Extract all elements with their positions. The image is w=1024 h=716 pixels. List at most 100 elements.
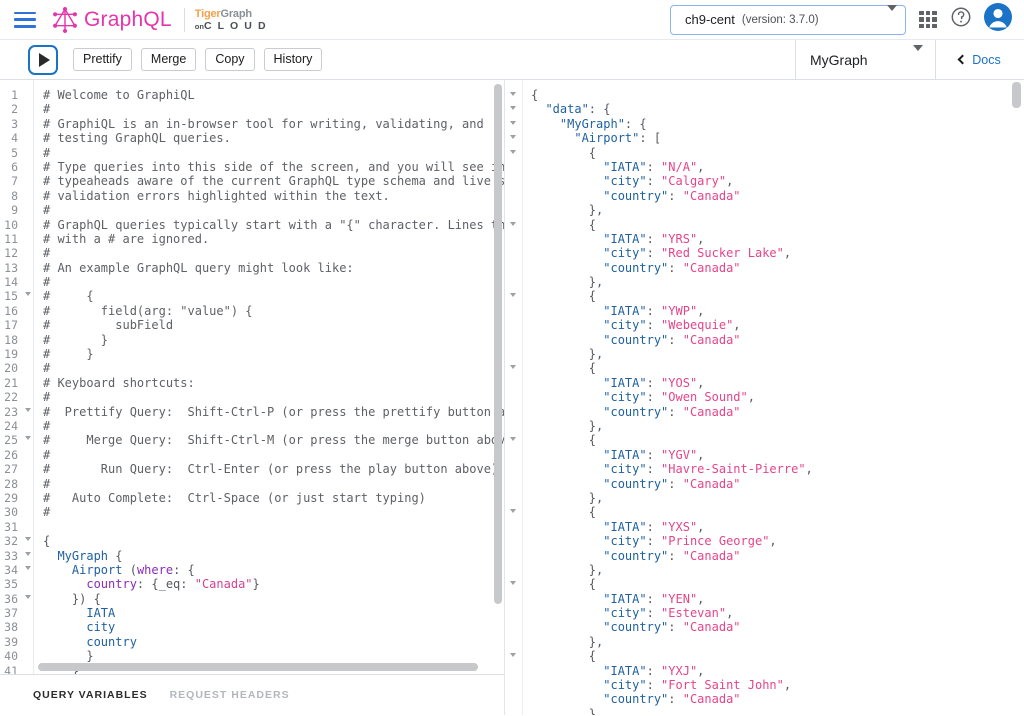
fold-triangle-icon[interactable] bbox=[25, 565, 31, 570]
fold-triangle-icon[interactable] bbox=[510, 365, 516, 370]
code-line: # subField bbox=[43, 318, 504, 332]
fold-triangle-icon[interactable] bbox=[25, 551, 31, 556]
fold-triangle-icon[interactable] bbox=[25, 407, 31, 412]
fold-triangle-icon[interactable] bbox=[25, 292, 31, 297]
merge-button[interactable]: Merge bbox=[140, 48, 197, 71]
line-number: 38 bbox=[4, 620, 18, 635]
json-token: "city" bbox=[531, 534, 647, 549]
code-token: # GraphiQL is an in-browser tool for wri… bbox=[43, 116, 484, 131]
json-token: { bbox=[531, 361, 597, 376]
copy-button[interactable]: Copy bbox=[205, 48, 255, 71]
code-token: # validation errors highlighted within t… bbox=[43, 188, 390, 203]
code-line: # { bbox=[43, 289, 504, 303]
result-gutter-line bbox=[505, 246, 522, 260]
fold-triangle-icon[interactable] bbox=[510, 221, 516, 226]
brand-area: GraphQL bbox=[52, 6, 172, 33]
code-line: # Welcome to GraphiQL bbox=[43, 88, 504, 102]
line-number: 39 bbox=[4, 634, 18, 649]
result-gutter-line bbox=[505, 549, 522, 563]
json-token: { bbox=[531, 88, 539, 102]
json-token: "Estevan" bbox=[661, 606, 727, 621]
fold-triangle-icon[interactable] bbox=[510, 509, 516, 514]
line-number: 19 bbox=[4, 347, 18, 362]
code-token: # bbox=[43, 145, 51, 160]
fold-triangle-icon[interactable] bbox=[25, 594, 31, 599]
hamburger-bar bbox=[14, 18, 36, 21]
code-line: # testing GraphQL queries. bbox=[43, 131, 504, 145]
query-editor-horizontal-scrollbar[interactable] bbox=[38, 663, 490, 671]
result-gutter-line bbox=[505, 390, 522, 404]
result-scroll-area[interactable]: { "data": { "MyGraph": { "Airport": [ { … bbox=[505, 80, 1024, 715]
code-token: # Prettify Query: Shift-Ctrl-P (or press… bbox=[43, 404, 504, 419]
fold-triangle-icon[interactable] bbox=[510, 653, 516, 658]
user-avatar-icon[interactable] bbox=[984, 3, 1012, 36]
json-token: "Webequie" bbox=[661, 318, 734, 333]
json-token: }, bbox=[531, 275, 604, 290]
json-token: "Canada" bbox=[682, 476, 741, 491]
scrollbar-thumb[interactable] bbox=[494, 84, 502, 604]
fold-triangle-icon[interactable] bbox=[510, 581, 516, 586]
tigergraph-on-text: on bbox=[194, 21, 204, 31]
help-circle-icon[interactable] bbox=[950, 6, 972, 33]
json-token: , bbox=[783, 246, 792, 261]
graph-version-selector[interactable]: ch9-cent (version: 3.7.0) bbox=[670, 4, 906, 35]
json-token: "IATA" bbox=[531, 663, 647, 678]
query-editor-line-gutter: 1 2 3 4 5 6 7 8 9 10 11 12 13 14 15 16 17 18 19 20 21 22 23 24 2… bbox=[0, 80, 33, 674]
result-line: "country": "Canada" bbox=[531, 549, 1024, 563]
result-gutter-line bbox=[505, 275, 522, 289]
json-token: , bbox=[697, 591, 705, 606]
line-number: 41 bbox=[4, 663, 18, 674]
code-line: # validation errors highlighted within t… bbox=[43, 189, 504, 203]
fold-triangle-icon[interactable] bbox=[510, 437, 516, 442]
fold-triangle-icon[interactable] bbox=[510, 106, 516, 111]
chevron-down-icon bbox=[887, 4, 897, 29]
fold-triangle-icon[interactable] bbox=[510, 92, 516, 96]
fold-triangle-icon[interactable] bbox=[510, 135, 516, 140]
apps-grid-icon[interactable] bbox=[918, 10, 938, 30]
fold-triangle-icon[interactable] bbox=[510, 293, 516, 298]
docs-toggle-button[interactable]: Docs bbox=[936, 53, 1024, 67]
history-button[interactable]: History bbox=[263, 48, 323, 71]
json-token: "IATA" bbox=[531, 303, 647, 318]
tab-query-variables[interactable]: QUERY VARIABLES bbox=[33, 689, 148, 701]
json-token: , bbox=[726, 606, 734, 621]
hamburger-menu-icon[interactable] bbox=[14, 11, 36, 28]
graph-name-dropdown[interactable]: MyGraph bbox=[796, 40, 936, 79]
scrollbar-thumb[interactable] bbox=[1012, 82, 1021, 108]
json-token: : bbox=[646, 231, 662, 246]
result-line: "IATA": "YXS", bbox=[531, 520, 1024, 534]
query-editor-code[interactable]: # Welcome to GraphiQL # # GraphiQL is an i… bbox=[33, 80, 504, 674]
tab-request-headers[interactable]: REQUEST HEADERS bbox=[170, 689, 290, 701]
result-line: }, bbox=[531, 635, 1024, 649]
json-token: }, bbox=[531, 203, 604, 218]
fold-triangle-icon[interactable] bbox=[25, 537, 31, 542]
fold-triangle-icon[interactable] bbox=[510, 120, 516, 125]
code-line: # bbox=[43, 390, 504, 404]
result-json-viewer[interactable]: { "data": { "MyGraph": { "Airport": [ { … bbox=[523, 80, 1024, 715]
query-editor-vertical-scrollbar[interactable] bbox=[494, 80, 502, 674]
execute-query-button[interactable] bbox=[28, 44, 58, 75]
prettify-button[interactable]: Prettify bbox=[73, 48, 132, 71]
line-number: 2 bbox=[11, 102, 18, 117]
json-token: : bbox=[668, 620, 683, 635]
code-line: # bbox=[43, 505, 504, 519]
json-token: : bbox=[668, 476, 683, 491]
result-line: "IATA": "YXJ", bbox=[531, 664, 1024, 678]
query-editor-scroll-area[interactable]: 1 2 3 4 5 6 7 8 9 10 11 12 13 14 15 16 17 18 19 20 21 22 23 24 2… bbox=[0, 80, 504, 674]
json-token: : bbox=[646, 591, 662, 606]
result-gutter-line bbox=[505, 146, 522, 160]
hamburger-bar bbox=[14, 25, 36, 28]
result-line: { bbox=[531, 146, 1024, 160]
json-token: , bbox=[697, 231, 705, 246]
result-line: "IATA": "YRS", bbox=[531, 232, 1024, 246]
result-line: "Airport": [ bbox=[531, 131, 1024, 145]
result-vertical-scrollbar[interactable] bbox=[1012, 80, 1021, 715]
line-number: 25 bbox=[0, 433, 33, 447]
fold-triangle-icon[interactable] bbox=[25, 436, 31, 441]
fold-triangle-icon[interactable] bbox=[510, 149, 516, 154]
scrollbar-thumb[interactable] bbox=[38, 663, 478, 671]
json-token: "Calgary" bbox=[661, 174, 727, 189]
code-token: } bbox=[43, 649, 94, 664]
result-gutter-line bbox=[505, 361, 522, 375]
result-gutter-line bbox=[505, 477, 522, 491]
